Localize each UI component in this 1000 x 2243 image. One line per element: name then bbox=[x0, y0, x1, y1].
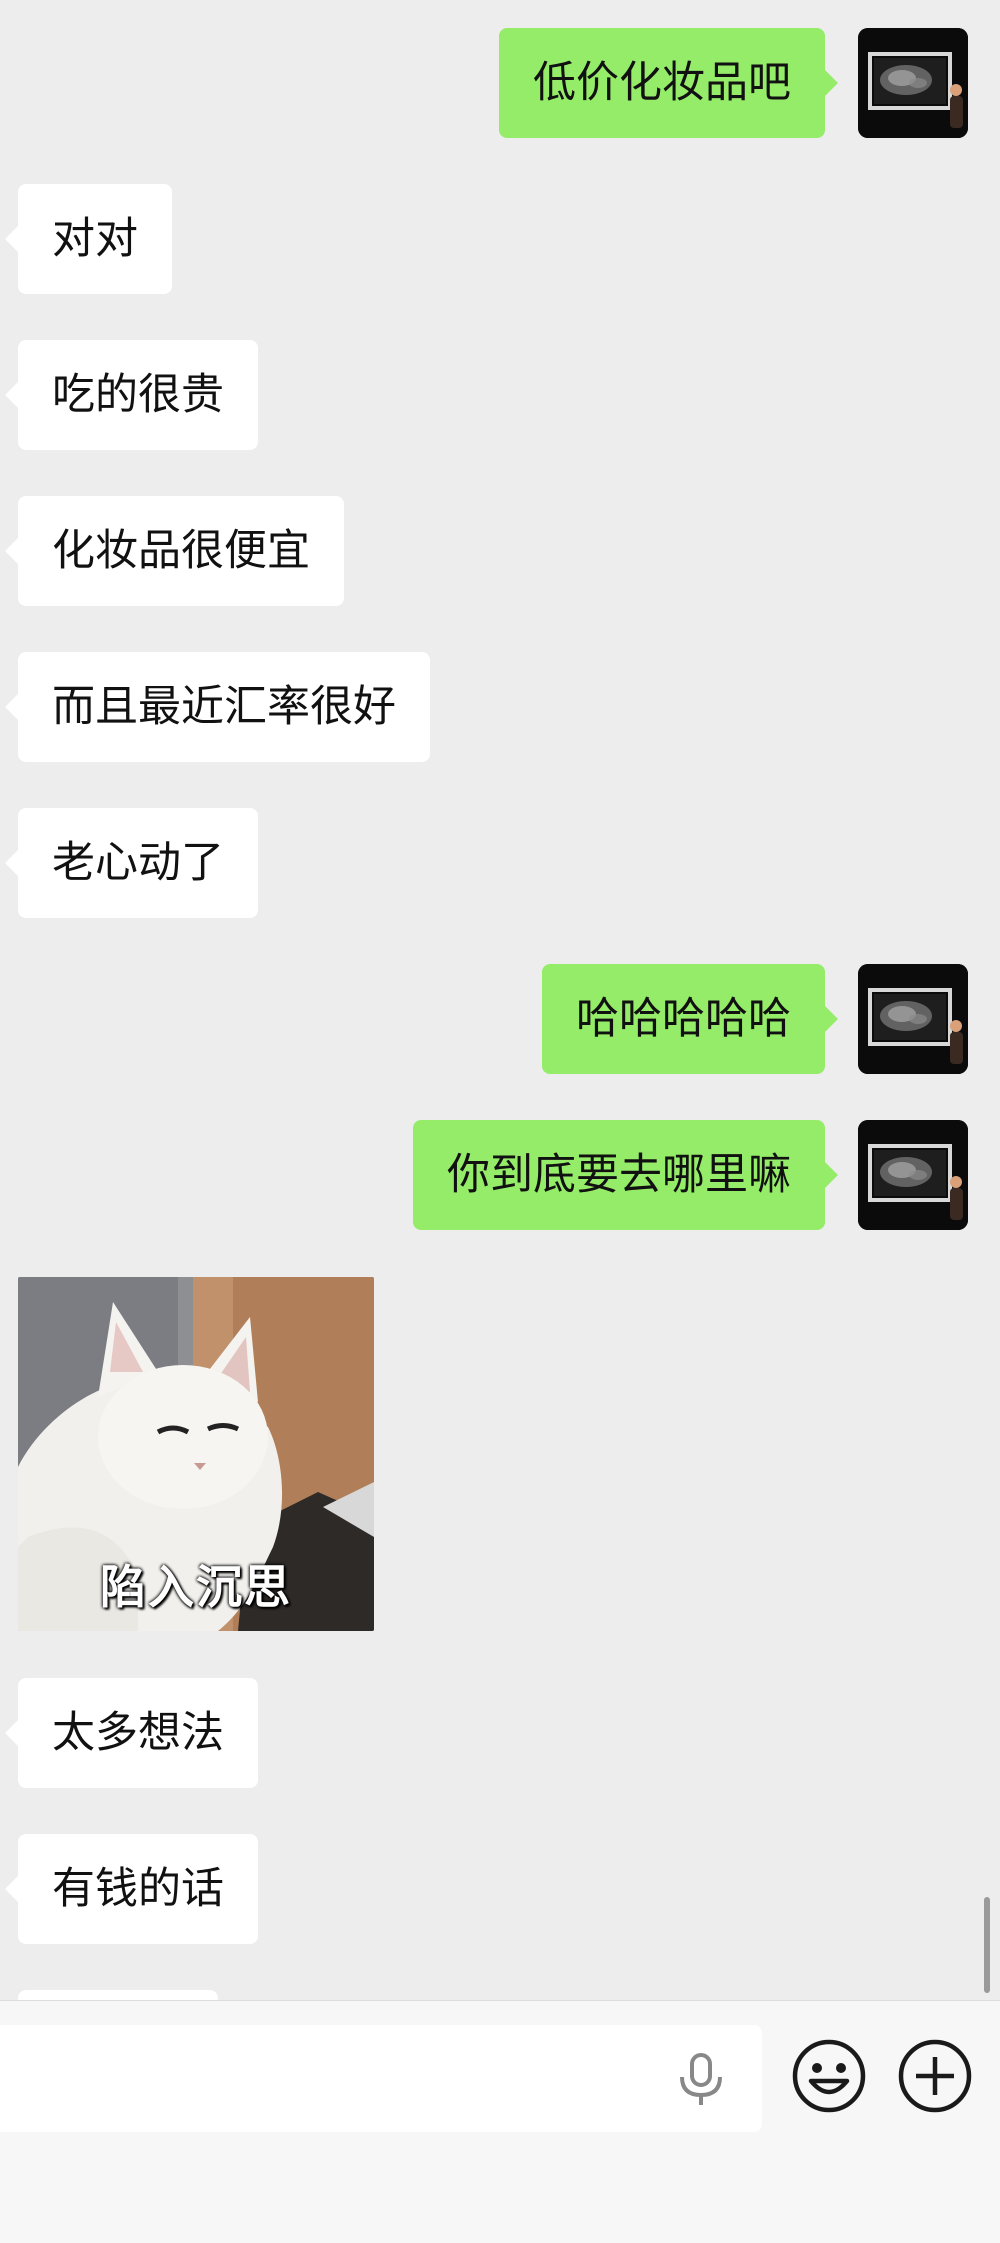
avatar-image bbox=[858, 28, 968, 138]
incoming-message-bubble[interactable]: 而且最近汇率很好 bbox=[5, 652, 430, 762]
message-text: 低价化妆品吧 bbox=[533, 58, 791, 108]
message-text: 而且最近汇率很好 bbox=[52, 682, 396, 732]
message-text: 对对 bbox=[52, 214, 138, 264]
avatar[interactable] bbox=[858, 1120, 968, 1230]
emoji-icon[interactable] bbox=[790, 2037, 868, 2115]
chat-area[interactable]: 低价化妆品吧 对对 吃的很贵 化妆品很便宜 而且最近汇率很好 老心动了 哈哈哈哈… bbox=[0, 0, 1000, 2000]
avatar-image bbox=[858, 964, 968, 1074]
message-input[interactable] bbox=[0, 2025, 762, 2132]
incoming-message-bubble[interactable]: 对对 bbox=[5, 184, 172, 294]
microphone-icon[interactable] bbox=[674, 2051, 728, 2107]
outgoing-message-bubble[interactable]: 你到底要去哪里嘛 bbox=[413, 1120, 838, 1230]
incoming-message-bubble[interactable]: 太多想法 bbox=[5, 1678, 258, 1788]
outgoing-message-bubble[interactable]: 低价化妆品吧 bbox=[499, 28, 838, 138]
message-text: 你到底要去哪里嘛 bbox=[447, 1150, 791, 1200]
incoming-message-bubble[interactable]: 老心动了 bbox=[5, 808, 258, 918]
message-text: 哈哈哈哈哈 bbox=[576, 994, 791, 1044]
avatar[interactable] bbox=[858, 964, 968, 1074]
incoming-message-bubble[interactable]: 化妆品很便宜 bbox=[5, 496, 344, 606]
plus-icon[interactable] bbox=[896, 2037, 974, 2115]
message-text: 吃的很贵 bbox=[52, 370, 224, 420]
incoming-message-bubble[interactable]: 有钱的话 bbox=[5, 1834, 258, 1944]
cat-sticker[interactable]: 陷入沉思 bbox=[18, 1277, 374, 1631]
sticker-caption: 陷入沉思 bbox=[100, 1560, 292, 1614]
scrollbar-thumb[interactable] bbox=[984, 1897, 990, 1993]
avatar[interactable] bbox=[858, 28, 968, 138]
incoming-message-bubble[interactable]: 吃的很贵 bbox=[5, 340, 258, 450]
avatar-image bbox=[858, 1120, 968, 1230]
message-text: 老心动了 bbox=[52, 838, 224, 888]
incoming-message-bubble-partial[interactable] bbox=[18, 1990, 218, 2000]
message-text: 有钱的话 bbox=[52, 1864, 224, 1914]
message-text: 太多想法 bbox=[52, 1708, 224, 1758]
outgoing-message-bubble[interactable]: 哈哈哈哈哈 bbox=[542, 964, 838, 1074]
input-bar bbox=[0, 2000, 1000, 2243]
message-text: 化妆品很便宜 bbox=[52, 526, 310, 576]
